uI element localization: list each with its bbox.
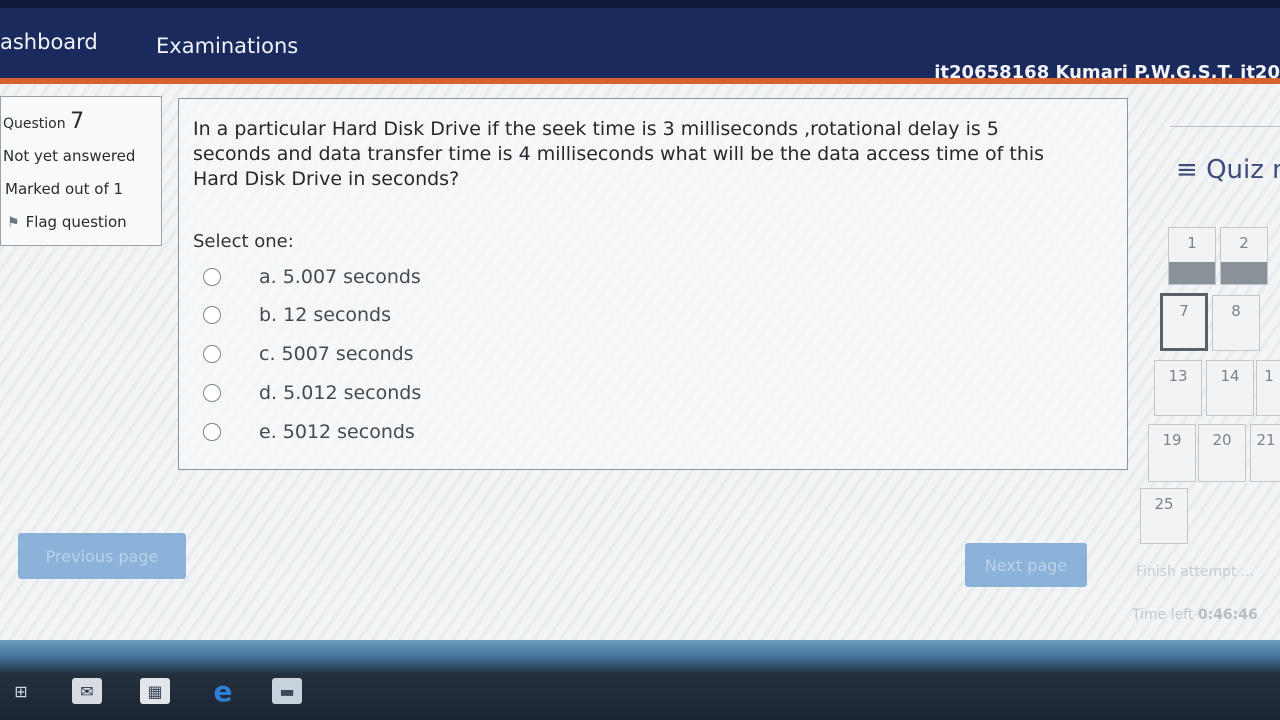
quiz-nav-divider bbox=[1170, 126, 1280, 127]
quiz-nav-button-14[interactable]: 14 bbox=[1206, 360, 1254, 416]
quiz-navigation-title-text: Quiz n bbox=[1206, 155, 1280, 185]
quiz-nav-button-13[interactable]: 13 bbox=[1154, 360, 1202, 416]
quiz-nav-button-1[interactable]: 1 bbox=[1168, 227, 1216, 285]
select-one-label: Select one: bbox=[193, 231, 294, 252]
next-page-button[interactable]: Next page bbox=[965, 543, 1087, 587]
question-content-box: In a particular Hard Disk Drive if the s… bbox=[178, 98, 1128, 470]
answer-option-label[interactable]: c. 5007 seconds bbox=[259, 343, 414, 365]
answer-option-c[interactable]: c. 5007 seconds bbox=[203, 342, 414, 366]
question-number: Question 7 bbox=[3, 109, 84, 134]
top-navbar: ashboard Examinations it20658168 Kumari … bbox=[0, 0, 1280, 84]
radio-button[interactable] bbox=[203, 345, 221, 363]
edge-browser-icon[interactable]: e bbox=[208, 675, 238, 708]
quiz-nav-button-21[interactable]: 21 bbox=[1250, 424, 1280, 482]
flag-icon: ⚑ bbox=[7, 215, 20, 231]
question-marks: Marked out of 1 bbox=[5, 180, 124, 198]
quiz-nav-number: 25 bbox=[1154, 495, 1174, 513]
question-number-value: 7 bbox=[70, 109, 85, 134]
question-state: Not yet answered bbox=[3, 147, 136, 165]
quiz-nav-number: 21 bbox=[1256, 431, 1276, 449]
answer-option-label[interactable]: b. 12 seconds bbox=[259, 304, 391, 326]
question-info-panel: Question 7 Not yet answered Marked out o… bbox=[0, 96, 162, 246]
quiz-nav-button-8[interactable]: 8 bbox=[1212, 295, 1260, 351]
quiz-nav-number: 7 bbox=[1179, 302, 1189, 320]
nav-examinations-link[interactable]: Examinations bbox=[156, 34, 298, 58]
quiz-nav-button-7[interactable]: 7 bbox=[1160, 293, 1208, 351]
task-view-icon[interactable]: ⊞ bbox=[6, 678, 36, 704]
quiz-nav-button-15[interactable]: 1 bbox=[1256, 360, 1280, 416]
answer-option-label[interactable]: d. 5.012 seconds bbox=[259, 382, 421, 404]
radio-button[interactable] bbox=[203, 306, 221, 324]
quiz-nav-number: 1 bbox=[1264, 367, 1274, 385]
answer-option-a[interactable]: a. 5.007 seconds bbox=[203, 265, 421, 289]
quiz-nav-button-20[interactable]: 20 bbox=[1198, 424, 1246, 482]
quiz-nav-number: 1 bbox=[1187, 234, 1197, 252]
radio-button[interactable] bbox=[203, 423, 221, 441]
store-icon[interactable]: ▦ bbox=[140, 678, 170, 704]
answer-option-label[interactable]: e. 5012 seconds bbox=[259, 421, 415, 443]
user-menu[interactable]: it20658168 Kumari P.W.G.S.T. it20 bbox=[934, 62, 1280, 83]
question-text: In a particular Hard Disk Drive if the s… bbox=[193, 118, 1045, 190]
quiz-nav-button-25[interactable]: 25 bbox=[1140, 488, 1188, 544]
menu-icon: ≡ bbox=[1176, 155, 1198, 185]
quiz-nav-number: 8 bbox=[1231, 302, 1241, 320]
finish-attempt-link[interactable]: Finish attempt ... bbox=[1136, 564, 1254, 580]
nav-dashboard-link[interactable]: ashboard bbox=[0, 30, 98, 54]
quiz-nav-number: 13 bbox=[1168, 367, 1188, 385]
answer-option-e[interactable]: e. 5012 seconds bbox=[203, 420, 415, 444]
time-left-value: 0:46:46 bbox=[1197, 607, 1258, 623]
time-left: Time left 0:46:46 bbox=[1132, 607, 1258, 623]
flag-question-label: Flag question bbox=[25, 213, 127, 231]
answer-option-b[interactable]: b. 12 seconds bbox=[203, 303, 391, 327]
file-explorer-icon[interactable]: ▬ bbox=[272, 678, 302, 704]
quiz-navigation-title: ≡ Quiz n bbox=[1176, 155, 1280, 185]
flag-question-link[interactable]: ⚑ Flag question bbox=[7, 213, 127, 231]
time-left-label: Time left bbox=[1132, 607, 1194, 623]
answer-option-d[interactable]: d. 5.012 seconds bbox=[203, 381, 421, 405]
quiz-nav-number: 20 bbox=[1212, 431, 1232, 449]
quiz-nav-answered-bar bbox=[1221, 262, 1267, 284]
previous-page-button[interactable]: Previous page bbox=[18, 533, 186, 579]
quiz-nav-number: 19 bbox=[1162, 431, 1182, 449]
radio-button[interactable] bbox=[203, 268, 221, 286]
quiz-nav-number: 2 bbox=[1239, 234, 1249, 252]
windows-taskbar bbox=[0, 640, 1280, 720]
mail-icon[interactable]: ✉ bbox=[72, 678, 102, 704]
answer-option-label[interactable]: a. 5.007 seconds bbox=[259, 266, 421, 288]
top-stripe bbox=[0, 0, 1280, 8]
quiz-nav-answered-bar bbox=[1169, 262, 1215, 284]
radio-button[interactable] bbox=[203, 384, 221, 402]
quiz-nav-button-19[interactable]: 19 bbox=[1148, 424, 1196, 482]
question-label: Question bbox=[3, 116, 66, 132]
quiz-nav-number: 14 bbox=[1220, 367, 1240, 385]
quiz-nav-button-2[interactable]: 2 bbox=[1220, 227, 1268, 285]
